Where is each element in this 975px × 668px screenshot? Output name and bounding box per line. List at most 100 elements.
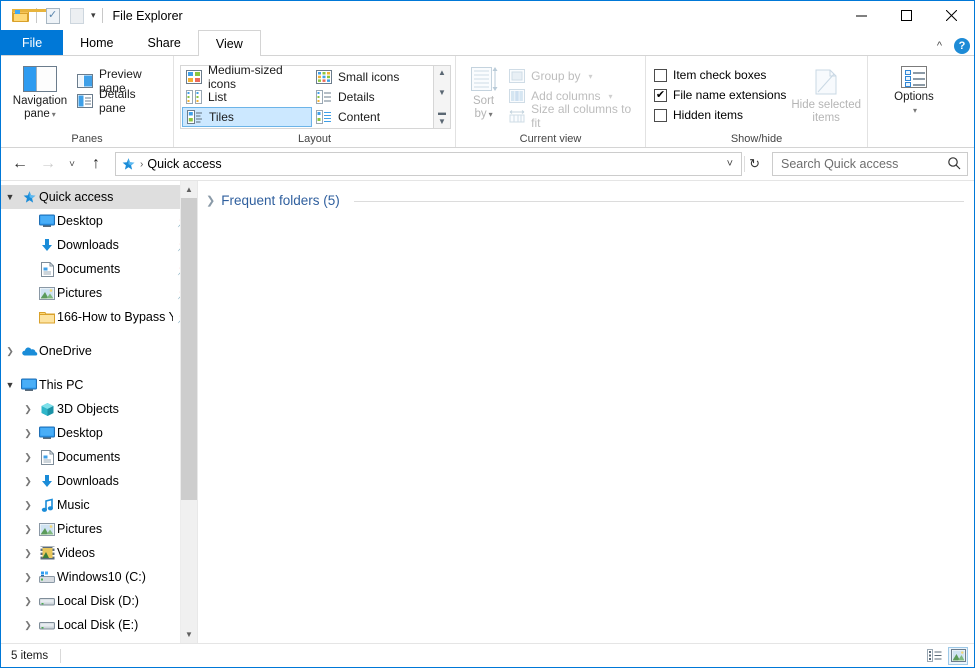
file-name-extensions-row[interactable]: ✔ File name extensions: [652, 85, 791, 105]
tab-home[interactable]: Home: [63, 30, 130, 56]
chevron-right-icon[interactable]: ❯: [19, 572, 37, 583]
sidebar-item-label: This PC: [39, 378, 83, 392]
layout-small-icons[interactable]: Small icons: [312, 67, 432, 87]
address-dropdown-icon[interactable]: ˅: [723, 158, 737, 170]
sidebar-item-this-pc[interactable]: ▼ This PC: [1, 373, 197, 397]
preview-pane-icon: [77, 74, 93, 88]
small-icons-icon: [316, 70, 332, 84]
maximize-button[interactable]: [884, 1, 929, 30]
sidebar-item-quick-access[interactable]: ▼ Quick access: [1, 185, 197, 209]
details-pane-icon: [77, 94, 93, 108]
sidebar-item-pictures-pc[interactable]: ❯ Pictures: [1, 517, 197, 541]
layout-content[interactable]: Content: [312, 107, 432, 127]
search-input[interactable]: [779, 156, 947, 172]
sidebar-item-videos[interactable]: ❯ Videos: [1, 541, 197, 565]
sidebar-item-desktop-pc[interactable]: ❯ Desktop: [1, 421, 197, 445]
sidebar-item-label: Pictures: [57, 286, 102, 300]
layout-medium-icons[interactable]: Medium-sized icons: [182, 67, 312, 87]
address-bar[interactable]: › Quick access ˅: [115, 152, 742, 176]
options-button[interactable]: Options ▾: [878, 63, 950, 117]
sidebar-item-label: Downloads: [57, 474, 119, 488]
chevron-down-icon[interactable]: ▾: [89, 10, 98, 21]
group-header-rule: [354, 201, 964, 202]
chevron-down-icon[interactable]: ▼: [1, 380, 19, 390]
new-folder-icon[interactable]: [65, 5, 89, 27]
sidebar-item-label: Music: [57, 498, 90, 512]
sidebar-item-downloads-pc[interactable]: ❯ Downloads: [1, 469, 197, 493]
chevron-right-icon[interactable]: ❯: [1, 346, 19, 357]
chevron-right-icon[interactable]: ❯: [19, 500, 37, 511]
close-button[interactable]: [929, 1, 974, 30]
breadcrumb-separator[interactable]: ›: [140, 159, 143, 170]
layout-tiles[interactable]: Tiles: [182, 107, 312, 127]
sidebar-item-documents-pc[interactable]: ❯ Documents: [1, 445, 197, 469]
chevron-right-icon[interactable]: ❯: [19, 404, 37, 415]
navigation-pane-label-2: pane: [24, 108, 50, 120]
chevron-right-icon[interactable]: ❯: [19, 524, 37, 535]
sidebar-item-label: 3D Objects: [57, 402, 119, 416]
sidebar-item-downloads-qa[interactable]: Downloads 📌: [1, 233, 197, 257]
recent-locations-button[interactable]: ˅: [63, 151, 81, 177]
chevron-right-icon[interactable]: ❯: [19, 452, 37, 463]
scrollbar-track[interactable]: [181, 198, 198, 626]
chevron-right-icon[interactable]: ❯: [19, 548, 37, 559]
sidebar-item-3d-objects[interactable]: ❯ 3D Objects: [1, 397, 197, 421]
gallery-more-icon[interactable]: ▬▼: [438, 108, 446, 126]
details-view-button[interactable]: [924, 647, 944, 665]
chevron-right-icon[interactable]: ❯: [19, 596, 37, 607]
layout-list[interactable]: List: [182, 87, 312, 107]
sidebar-item-desktop-qa[interactable]: Desktop 📌: [1, 209, 197, 233]
sidebar-item-pictures-qa[interactable]: Pictures 📌: [1, 281, 197, 305]
help-icon[interactable]: ?: [954, 38, 970, 54]
search-box[interactable]: [772, 152, 968, 176]
hide-selected-items-button[interactable]: Hide selected items: [791, 65, 861, 125]
chevron-right-icon[interactable]: ❯: [19, 428, 37, 439]
chevron-up-icon[interactable]: ^: [933, 40, 946, 52]
tab-file[interactable]: File: [1, 30, 63, 56]
scroll-down-icon[interactable]: ▼: [181, 626, 198, 643]
chevron-right-icon[interactable]: ❯: [19, 476, 37, 487]
chevron-right-icon[interactable]: ❯: [206, 194, 215, 207]
sort-by-button[interactable]: Sort by▾: [462, 63, 505, 121]
details-pane-button[interactable]: Details pane: [73, 91, 167, 111]
file-name-extensions-checkbox[interactable]: ✔: [654, 89, 667, 102]
tab-share[interactable]: Share: [131, 30, 198, 56]
up-button[interactable]: ↑: [83, 151, 109, 177]
back-button[interactable]: ←: [7, 151, 33, 177]
chevron-right-icon[interactable]: ❯: [19, 620, 37, 631]
title-bar: ▾ File Explorer: [1, 1, 974, 30]
scroll-up-icon[interactable]: ▲: [438, 68, 446, 77]
large-icons-view-button[interactable]: [948, 647, 968, 665]
scroll-down-icon[interactable]: ▼: [438, 88, 446, 97]
scroll-up-icon[interactable]: ▲: [181, 181, 198, 198]
chevron-down-icon[interactable]: ▼: [1, 192, 19, 202]
group-by-button[interactable]: Group by ▾: [505, 66, 639, 86]
size-all-columns-button[interactable]: Size all columns to fit: [505, 106, 639, 126]
navigation-pane-button[interactable]: Navigation pane▾: [7, 63, 73, 121]
search-icon[interactable]: [947, 156, 961, 173]
group-header-frequent-folders[interactable]: ❯ Frequent folders (5): [198, 181, 974, 208]
sidebar-item-local-disk-d[interactable]: ❯ Local Disk (D:): [1, 589, 197, 613]
minimize-button[interactable]: [839, 1, 884, 30]
sidebar-item-documents-qa[interactable]: Documents 📌: [1, 257, 197, 281]
hidden-items-checkbox[interactable]: [654, 109, 667, 122]
folder-icon[interactable]: [8, 5, 32, 27]
tab-view[interactable]: View: [198, 30, 261, 56]
hidden-items-row[interactable]: Hidden items: [652, 105, 791, 125]
layout-details[interactable]: Details: [312, 87, 432, 107]
scrollbar-thumb[interactable]: [181, 198, 198, 500]
quick-access-star-icon: [120, 156, 136, 172]
sidebar-item-pinned-folder[interactable]: 166-How to Bypass You 📌: [1, 305, 197, 329]
item-check-boxes-checkbox[interactable]: [654, 69, 667, 82]
file-list-view[interactable]: ❯ Frequent folders (5): [197, 181, 974, 643]
item-check-boxes-row[interactable]: Item check boxes: [652, 65, 791, 85]
refresh-button[interactable]: ↻: [744, 156, 764, 172]
sidebar-item-local-disk-e[interactable]: ❯ Local Disk (E:): [1, 613, 197, 637]
breadcrumb[interactable]: Quick access: [147, 157, 221, 171]
sidebar-scrollbar[interactable]: ▲ ▼: [180, 181, 197, 643]
item-check-boxes-label: Item check boxes: [673, 68, 766, 82]
sidebar-item-music[interactable]: ❯ Music: [1, 493, 197, 517]
sidebar-item-windows-c[interactable]: ❯ Windows10 (C:): [1, 565, 197, 589]
sidebar-item-onedrive[interactable]: ❯ OneDrive: [1, 339, 197, 363]
forward-button[interactable]: →: [35, 151, 61, 177]
